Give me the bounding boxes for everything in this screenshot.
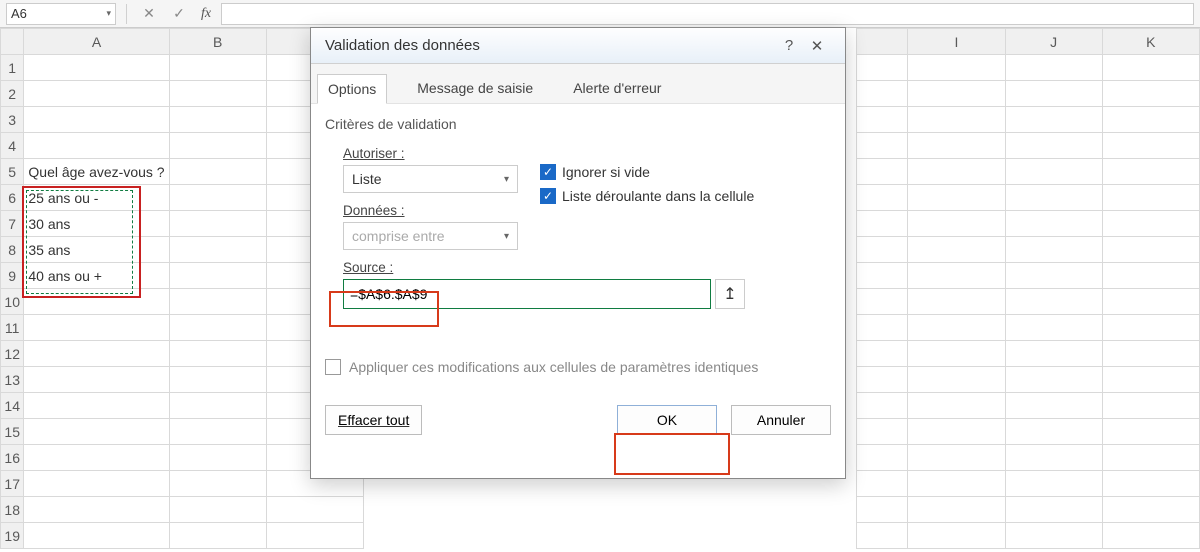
cancel-edit-icon[interactable]: ✕ [137,3,161,25]
row-header[interactable]: 16 [1,445,24,471]
cancel-button[interactable]: Annuler [731,405,831,435]
in-cell-dropdown-label: Liste déroulante dans la cellule [562,188,754,204]
source-label: Source : [343,260,831,275]
apply-same-settings-checkbox[interactable]: ✓ Appliquer ces modifications aux cellul… [325,359,831,375]
col-header[interactable]: K [1102,29,1199,55]
dialog-titlebar[interactable]: Validation des données ? ✕ [311,28,845,64]
source-input[interactable] [343,279,711,309]
tab-options[interactable]: Options [317,74,387,104]
cell-A9[interactable]: 40 ans ou + [24,263,169,289]
apply-same-label: Appliquer ces modifications aux cellules… [349,359,758,375]
row-header[interactable]: 8 [1,237,24,263]
allow-select[interactable]: Liste ▾ [343,165,518,193]
tab-error-alert[interactable]: Alerte d'erreur [563,74,671,103]
chevron-down-icon: ▾ [504,174,509,185]
cell-A6[interactable]: 25 ans ou - [24,185,169,211]
data-select: comprise entre ▾ [343,222,518,250]
data-label: Données : [343,203,518,218]
cell-A7[interactable]: 30 ans [24,211,169,237]
row-header[interactable]: 4 [1,133,24,159]
confirm-edit-icon[interactable]: ✓ [167,3,191,25]
row-header[interactable]: 10 [1,289,24,315]
row-header[interactable]: 2 [1,81,24,107]
checkbox-empty-icon: ✓ [325,359,341,375]
col-header[interactable]: B [169,29,266,55]
row-header[interactable]: 14 [1,393,24,419]
name-box[interactable]: A6 ▾ [6,3,116,25]
chevron-down-icon[interactable]: ▾ [106,8,111,19]
close-icon[interactable]: ✕ [803,37,831,55]
cell-A8[interactable]: 35 ans [24,237,169,263]
row-header[interactable]: 1 [1,55,24,81]
row-header[interactable]: 19 [1,523,24,549]
dialog-tabs: Options Message de saisie Alerte d'erreu… [311,64,845,104]
in-cell-dropdown-checkbox[interactable]: ✓ Liste déroulante dans la cellule [540,188,754,204]
row-header[interactable]: 18 [1,497,24,523]
row-header[interactable]: 11 [1,315,24,341]
section-validation-criteria: Critères de validation [325,116,831,132]
data-validation-dialog: Validation des données ? ✕ Options Messa… [310,27,846,479]
clear-all-button[interactable]: Effacer tout [325,405,422,435]
col-header[interactable]: J [1005,29,1102,55]
help-icon[interactable]: ? [775,37,803,54]
ignore-blank-label: Ignorer si vide [562,164,650,180]
row-header[interactable]: 9 [1,263,24,289]
chevron-down-icon: ▾ [504,231,509,242]
row-header[interactable]: 3 [1,107,24,133]
dialog-title: Validation des données [325,37,480,54]
cell-A5[interactable]: Quel âge avez-vous ? [24,159,169,185]
row-header[interactable]: 12 [1,341,24,367]
row-header[interactable]: 17 [1,471,24,497]
tab-input-message[interactable]: Message de saisie [407,74,543,103]
divider [126,4,127,24]
allow-value: Liste [352,171,382,187]
row-header[interactable]: 15 [1,419,24,445]
fx-label[interactable]: fx [201,6,211,22]
allow-label: Autoriser : [343,146,518,161]
select-all-corner[interactable] [1,29,24,55]
check-icon: ✓ [540,188,556,204]
range-picker-icon[interactable]: ↥ [715,279,745,309]
row-header[interactable]: 13 [1,367,24,393]
formula-bar: A6 ▾ ✕ ✓ fx [0,0,1200,28]
col-header[interactable]: I [908,29,1005,55]
formula-input[interactable] [221,3,1194,25]
check-icon: ✓ [540,164,556,180]
row-header[interactable]: 6 [1,185,24,211]
data-value: comprise entre [352,228,445,244]
row-header[interactable]: 7 [1,211,24,237]
row-header[interactable]: 5 [1,159,24,185]
ok-button[interactable]: OK [617,405,717,435]
name-box-value: A6 [11,6,27,21]
col-header[interactable]: A [24,29,169,55]
ignore-blank-checkbox[interactable]: ✓ Ignorer si vide [540,164,754,180]
col-gap [857,29,908,55]
